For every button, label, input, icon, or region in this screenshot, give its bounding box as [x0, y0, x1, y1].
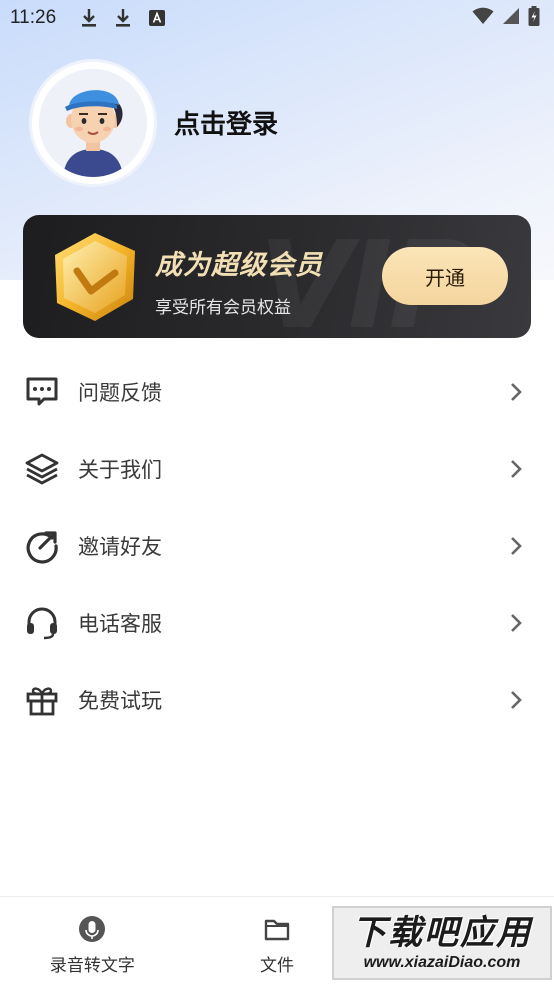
battery-charging-icon	[528, 6, 540, 30]
headset-icon	[24, 605, 60, 641]
chevron-right-icon	[508, 459, 524, 479]
vip-badge-icon	[45, 229, 145, 325]
chevron-right-icon	[508, 613, 524, 633]
chevron-right-icon	[508, 536, 524, 556]
microphone-icon	[78, 915, 106, 943]
vip-title: 成为超级会员	[155, 250, 323, 281]
menu-item-label: 关于我们	[78, 457, 162, 482]
menu-item-feedback[interactable]: 问题反馈	[0, 353, 554, 430]
menu-item-label: 问题反馈	[78, 380, 162, 405]
menu-item-phone-support[interactable]: 电话客服	[0, 584, 554, 661]
nav-item-record-to-text[interactable]: 录音转文字	[0, 897, 185, 984]
layers-icon	[24, 451, 60, 487]
watermark-url: www.xiazaiDiao.com	[363, 954, 521, 971]
watermark-logo: 下载吧应用 www.xiazaiDiao.com	[332, 906, 552, 980]
download-icon	[112, 7, 134, 29]
folder-icon	[263, 915, 291, 943]
watermark-title: 下载吧应用	[352, 913, 532, 953]
login-label[interactable]: 点击登录	[174, 104, 278, 141]
signal-icon	[502, 7, 520, 29]
menu-item-about[interactable]: 关于我们	[0, 430, 554, 507]
vip-card[interactable]: VIP 成为超级会员 享受所有会员权益 开通	[23, 215, 531, 338]
nav-label: 文件	[260, 956, 294, 976]
avatar-image	[39, 69, 147, 177]
menu-item-label: 邀请好友	[78, 534, 162, 559]
download-icon	[78, 7, 100, 29]
gift-icon	[24, 682, 60, 718]
status-bar: 11:26	[0, 0, 554, 36]
menu-item-invite[interactable]: 邀请好友	[0, 507, 554, 584]
menu-item-free-trial[interactable]: 免费试玩	[0, 661, 554, 738]
share-arrow-icon	[24, 528, 60, 564]
chevron-right-icon	[508, 382, 524, 402]
feedback-chat-icon	[24, 374, 60, 410]
vip-subtitle: 享受所有会员权益	[155, 298, 291, 318]
settings-menu: 问题反馈 关于我们 邀请好友 电话客服 免费试玩	[0, 353, 554, 738]
vip-open-button[interactable]: 开通	[382, 247, 508, 305]
keyboard-a-icon	[146, 7, 168, 29]
status-time: 11:26	[10, 7, 57, 28]
avatar[interactable]	[32, 62, 154, 184]
menu-item-label: 电话客服	[78, 611, 162, 636]
menu-item-label: 免费试玩	[78, 688, 162, 713]
wifi-icon	[472, 7, 494, 29]
nav-label: 录音转文字	[49, 956, 135, 976]
chevron-right-icon	[508, 690, 524, 710]
